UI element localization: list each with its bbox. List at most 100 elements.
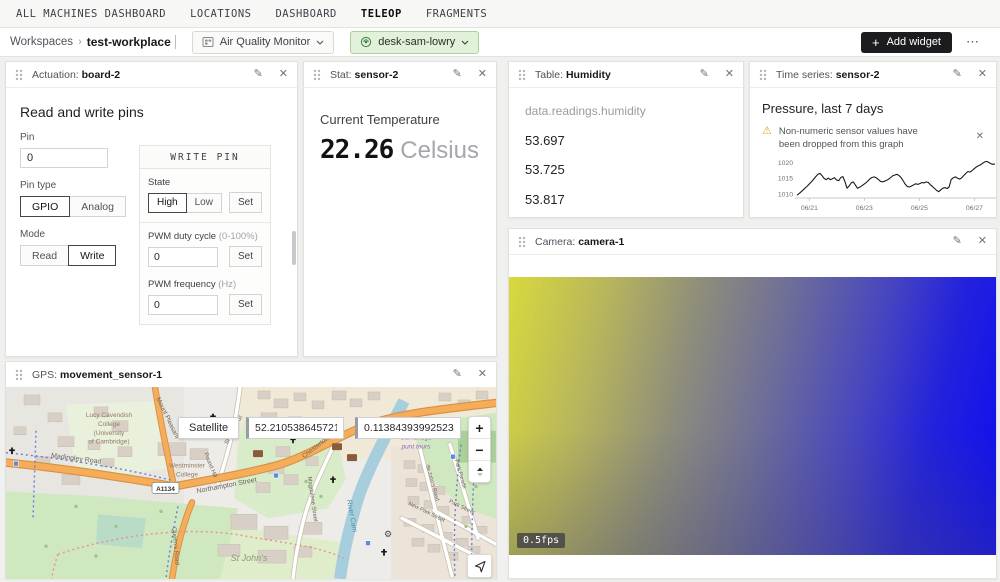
drag-handle-icon[interactable] [518,69,526,81]
edit-pencil-icon[interactable]: ✎ [700,69,709,80]
drag-handle-icon[interactable] [759,69,767,81]
pwm-duty-set-button[interactable]: Set [229,246,262,267]
fps-badge: 0.5fps [517,533,565,548]
stat-unit: Celsius [400,137,479,165]
pwm-freq-label: PWM frequency [148,279,216,290]
workspace-selector[interactable]: Air Quality Monitor [192,31,334,54]
nav-fragments[interactable]: FRAGMENTS [426,8,487,20]
top-nav: ALL MACHINES DASHBOARD LOCATIONS DASHBOA… [0,0,1000,28]
dashboard-canvas: Actuation: board-2 ✎ ✕ Read and write pi… [0,56,1000,582]
svg-text:Westminster: Westminster [169,463,206,470]
widget-title: Table: Humidity [535,69,611,81]
zoom-out-button[interactable]: − [469,438,490,460]
widget-header: Time series: sensor-2 ✎ ✕ [750,62,996,88]
workspace-selector-label: Air Quality Monitor [220,36,310,48]
pin-label: Pin [20,132,283,143]
pwm-freq-input[interactable] [148,295,218,315]
pwm-freq-set-button[interactable]: Set [229,294,262,315]
svg-text:06/27: 06/27 [966,205,983,212]
edit-pencil-icon[interactable]: ✎ [453,369,462,380]
latitude-input[interactable] [246,417,344,439]
widget-timeseries: Time series: sensor-2 ✎ ✕ Pressure, last… [749,61,997,218]
svg-text:1015: 1015 [778,175,793,182]
state-low-button[interactable]: Low [186,193,222,213]
zoom-in-button[interactable]: + [469,417,490,438]
widget-header: GPS: movement_sensor-1 ✎ ✕ [6,362,496,388]
close-icon[interactable]: ✕ [978,236,987,247]
chevron-down-icon [316,40,324,45]
drag-handle-icon[interactable] [15,369,23,381]
nav-teleop[interactable]: TELEOP [361,8,402,20]
nav-all-machines-dashboard[interactable]: ALL MACHINES DASHBOARD [16,8,166,20]
warning-icon: ⚠ [762,125,772,138]
machine-online-icon [360,36,372,48]
recenter-button[interactable] [467,554,492,578]
pwm-freq-unit: (Hz) [218,279,236,290]
edit-pencil-icon[interactable]: ✎ [453,69,462,80]
widget-title: Actuation: board-2 [32,69,120,81]
add-widget-button[interactable]: + Add widget [861,32,952,53]
pwm-duty-label: PWM duty cycle [148,231,216,242]
svg-text:College: College [98,421,120,428]
nav-locations[interactable]: LOCATIONS [190,8,251,20]
write-pin-panel: WRITE PIN State High Low Set PWM duty cy… [139,145,271,325]
drag-handle-icon[interactable] [518,236,526,248]
svg-text:06/25: 06/25 [911,205,928,212]
svg-text:punt tours: punt tours [401,444,432,451]
nav-dashboard[interactable]: DASHBOARD [275,8,336,20]
timeseries-body: Pressure, last 7 days ⚠ Non-numeric sens… [750,88,996,218]
satellite-toggle-button[interactable]: Satellite [178,417,239,439]
close-icon[interactable]: ✕ [978,69,987,80]
drag-handle-icon[interactable] [313,69,321,81]
pin-type-analog-button[interactable]: Analog [69,196,126,217]
map-zoom-control: + − [468,416,491,483]
pin-input[interactable] [20,148,108,168]
map-canvas[interactable]: Madingley RoadMount PleasantNorthampton … [6,387,496,579]
svg-text:⚙: ⚙ [384,529,392,539]
tilt-arrows-icon [474,466,486,478]
chart-title: Pressure, last 7 days [762,101,984,116]
svg-text:(University: (University [94,430,125,437]
state-set-button[interactable]: Set [229,192,262,213]
widget-actuation: Actuation: board-2 ✎ ✕ Read and write pi… [5,61,298,357]
pwm-duty-section: PWM duty cycle (0-100%) Set [140,223,270,276]
stat-value: 22.26 [320,135,393,165]
road-shield: A1134 [152,483,179,494]
state-high-button[interactable]: High [148,193,187,213]
close-icon[interactable]: ✕ [478,69,487,80]
edit-pencil-icon[interactable]: ✎ [953,69,962,80]
mode-write-button[interactable]: Write [68,245,116,266]
edit-pencil-icon[interactable]: ✎ [953,236,962,247]
street-map: Madingley RoadMount PleasantNorthampton … [6,387,496,579]
breadcrumb-workspaces[interactable]: Workspaces [10,36,73,48]
warning-dismiss-icon[interactable]: ✕ [976,131,984,142]
mode-read-button[interactable]: Read [20,245,69,266]
widget-title: Stat: sensor-2 [330,69,398,81]
warning-text: Non-numeric sensor values have been drop… [779,125,937,152]
more-menu-button[interactable]: ⋯ [966,34,980,50]
workspace-title-input[interactable]: test-workplace [87,35,171,49]
pin-type-segmented: GPIO Analog [20,196,126,217]
pwm-duty-unit: (0-100%) [219,231,258,242]
widget-scrollbar[interactable] [292,231,296,265]
actuation-body: Read and write pins Pin Pin type GPIO An… [6,88,297,347]
table-row: 53.817 [525,192,727,207]
close-icon[interactable]: ✕ [478,369,487,380]
svg-text:College: College [176,472,198,479]
pwm-freq-section: PWM frequency (Hz) Set [140,279,270,324]
widget-header: Table: Humidity ✎ ✕ [509,62,743,88]
svg-text:of Cambridge): of Cambridge) [88,439,129,446]
warning-banner: ⚠ Non-numeric sensor values have been dr… [762,125,984,152]
tilt-toggle-button[interactable] [469,460,490,482]
close-icon[interactable]: ✕ [279,69,288,80]
edit-pencil-icon[interactable]: ✎ [254,69,263,80]
drag-handle-icon[interactable] [15,69,23,81]
pwm-duty-input[interactable] [148,247,218,267]
longitude-input[interactable] [355,417,461,439]
svg-text:Lucy Cavendish: Lucy Cavendish [86,412,133,419]
machine-selector[interactable]: desk-sam-lowry [350,31,479,54]
pin-type-gpio-button[interactable]: GPIO [20,196,70,217]
breadcrumb-separator: › [78,36,82,48]
close-icon[interactable]: ✕ [725,69,734,80]
toolbar: Workspaces › test-workplace Air Quality … [0,28,1000,57]
